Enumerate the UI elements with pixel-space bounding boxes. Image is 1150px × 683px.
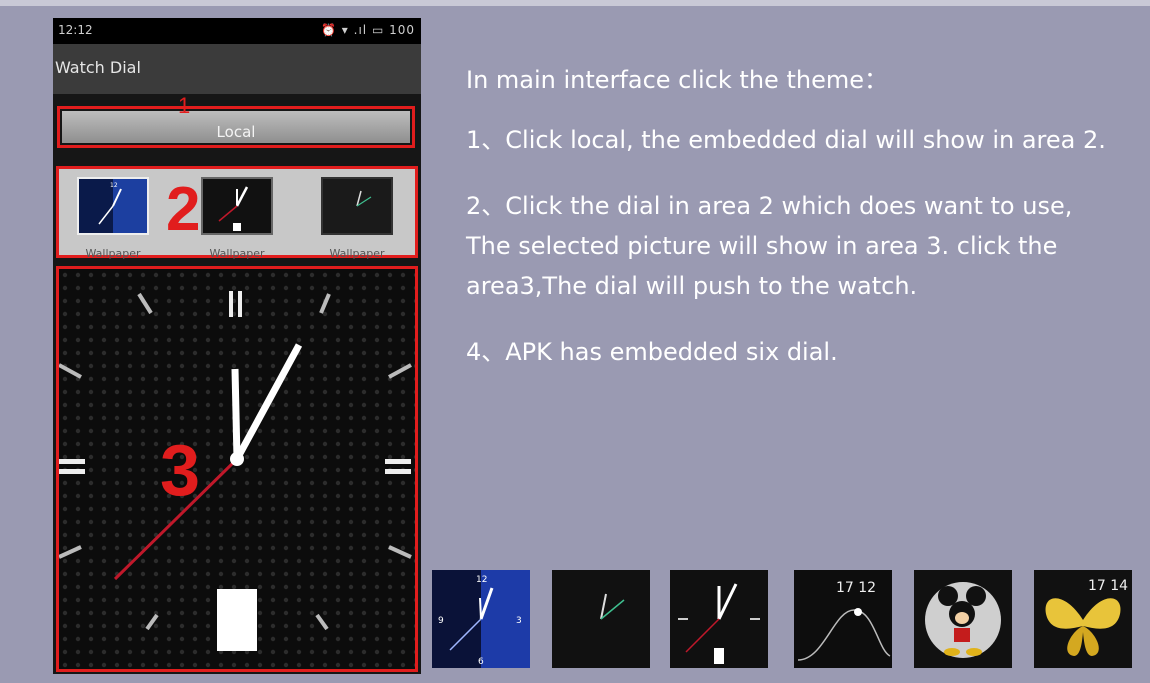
embedded-dial-butterfly: 17 14 — [1034, 570, 1132, 668]
dial-caption: Wallpaper — [85, 247, 141, 260]
instructions-panel: In main interface click the theme： 1、Cli… — [466, 60, 1116, 372]
embedded-dial-mickey — [914, 570, 1012, 668]
svg-text:6: 6 — [478, 657, 484, 667]
svg-text:9: 9 — [438, 616, 444, 626]
area-1-highlight: Local — [57, 106, 415, 148]
embedded-dial-black — [670, 570, 768, 668]
butterfly-time: 17 14 — [1088, 578, 1128, 594]
area-3-marker: 3 — [160, 431, 201, 511]
area-2-dial-list: 12 Wallpaper Wallpaper Wallpaper — [56, 166, 418, 260]
status-bar: 12:12 ⏰ ▾ .ıl ▭ 100 — [53, 18, 421, 44]
embedded-dial-wave: 17 12 — [794, 570, 892, 668]
status-icons: ⏰ ▾ .ıl ▭ 100 — [321, 23, 415, 37]
svg-text:12: 12 — [110, 182, 118, 189]
wave-time: 17 12 — [836, 580, 876, 596]
app-bar: Watch Dial — [53, 44, 421, 94]
green-dial-thumbnail — [321, 177, 393, 235]
instruction-step-2: 2、Click the dial in area 2 which does wa… — [466, 192, 1073, 300]
app-title: Watch Dial — [55, 58, 141, 77]
dial-option[interactable]: Wallpaper — [305, 173, 409, 260]
dial-option-selected[interactable]: Wallpaper — [185, 173, 289, 260]
embedded-dial-blue: 12 3 6 9 — [432, 570, 530, 668]
phone-screenshot: 12:12 ⏰ ▾ .ıl ▭ 100 Watch Dial Local 12 … — [53, 18, 421, 674]
top-border — [0, 0, 1150, 6]
svg-text:12: 12 — [476, 575, 487, 585]
instruction-intro: In main interface click the theme： — [466, 66, 888, 94]
instruction-step-1: 1、Click local, the embedded dial will sh… — [466, 126, 1106, 154]
area-2-marker: 2 — [166, 175, 201, 244]
instruction-step-4: 4、APK has embedded six dial. — [466, 338, 838, 366]
dial-option[interactable]: 12 Wallpaper — [61, 173, 165, 260]
area-3-dial-preview[interactable] — [56, 266, 418, 672]
blue-dial-thumbnail: 12 — [77, 177, 149, 235]
dial-caption: Wallpaper — [329, 247, 385, 260]
area-1-marker: 1 — [178, 93, 191, 118]
embedded-dial-green — [552, 570, 650, 668]
svg-text:3: 3 — [516, 616, 522, 626]
black-dial-thumbnail — [201, 177, 273, 235]
status-time: 12:12 — [58, 23, 93, 37]
dial-caption: Wallpaper — [209, 247, 265, 260]
local-button[interactable]: Local — [62, 111, 410, 143]
